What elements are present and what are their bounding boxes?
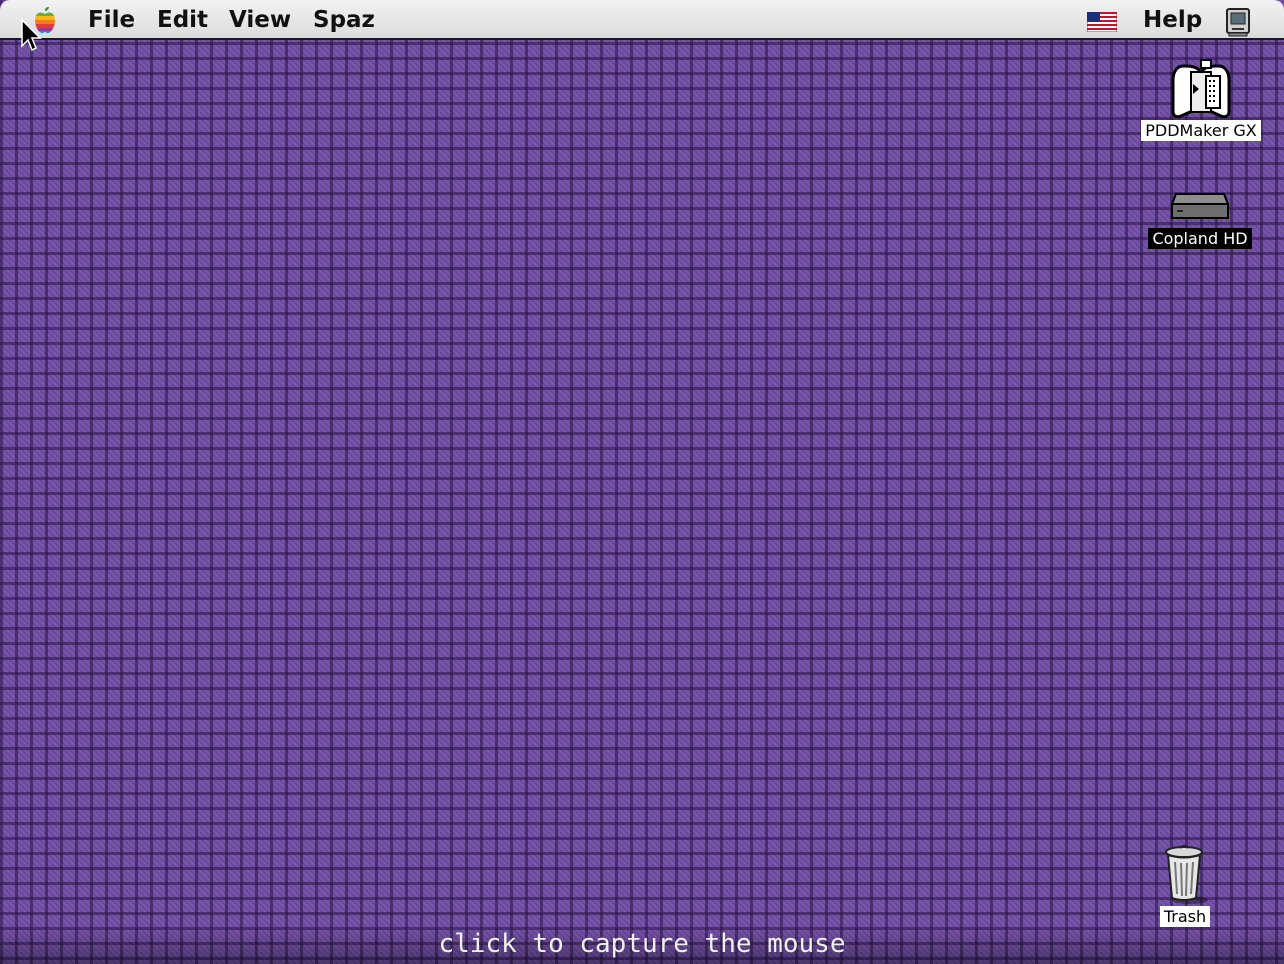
menu-file[interactable]: File — [84, 6, 139, 34]
desktop-icon-pddmaker[interactable]: PDDMaker GX — [1136, 58, 1266, 141]
menu-spaz[interactable]: Spaz — [309, 6, 379, 34]
menu-bar: File Edit View Spaz Help — [0, 0, 1284, 40]
trash-icon — [1154, 842, 1216, 906]
pddmaker-app-icon — [1136, 58, 1266, 120]
desktop-icon-copland-hd[interactable]: Copland HD — [1146, 184, 1254, 249]
menu-help[interactable]: Help — [1139, 6, 1206, 34]
hard-drive-icon — [1146, 184, 1254, 228]
desktop-icon-label: Copland HD — [1148, 228, 1252, 249]
keyboard-layout-flag-icon[interactable] — [1086, 11, 1118, 33]
desktop-icon-label: Trash — [1159, 906, 1211, 927]
capture-mouse-hint: click to capture the mouse — [438, 929, 846, 959]
mouse-pointer-icon — [20, 18, 42, 52]
menu-view[interactable]: View — [225, 6, 295, 34]
desktop-icon-trash[interactable]: Trash — [1154, 842, 1216, 927]
application-menu-computer-icon[interactable] — [1224, 7, 1252, 37]
desktop[interactable]: File Edit View Spaz Help PDDMaker GX Cop… — [0, 0, 1284, 964]
menu-edit[interactable]: Edit — [153, 6, 212, 34]
desktop-icon-label: PDDMaker GX — [1141, 120, 1261, 141]
